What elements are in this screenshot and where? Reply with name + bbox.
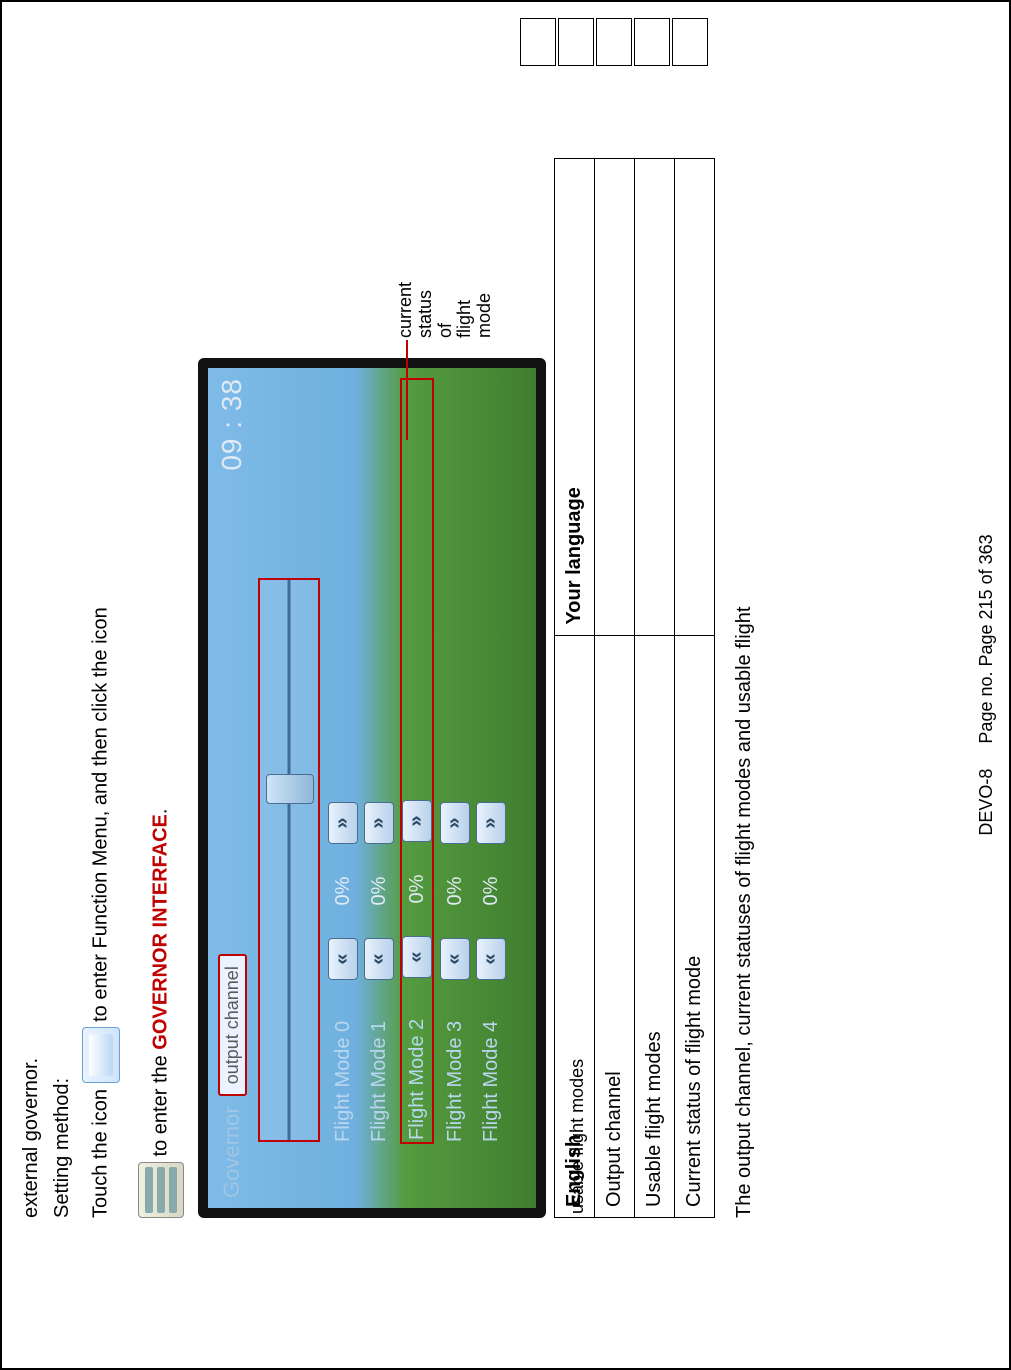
decrease-button[interactable]: « — [440, 938, 470, 980]
row-current-status: Current status of flight mode — [675, 635, 715, 1217]
translation-table-wrap: English Your language Output channel Usa… — [554, 18, 715, 1218]
page-footer: DEVO-8 Page no. Page 215 of 363 — [976, 534, 997, 835]
flight-mode-label: Flight Mode 1 — [368, 992, 391, 1142]
flight-mode-label: Flight Mode 0 — [332, 992, 355, 1142]
decrease-button[interactable]: « — [328, 938, 358, 980]
clock: 09 : 38 — [216, 378, 248, 471]
row-output-channel: Output channel — [595, 635, 635, 1217]
flight-mode-value: 0% — [444, 856, 467, 926]
text-enter-pre: to enter the — [149, 1050, 171, 1157]
text-enter-post: . — [149, 809, 171, 815]
flight-mode-row: Flight Mode 0 « 0% » — [328, 378, 358, 1142]
increase-button[interactable]: » — [402, 800, 432, 842]
page-frame: external governor. Setting method: Touch… — [0, 0, 1011, 1370]
flight-mode-value: 0% — [332, 856, 355, 926]
text-touch-pre: Touch the icon — [89, 1089, 111, 1218]
para-external-governor: external governor. — [20, 18, 43, 1218]
decrease-button[interactable]: « — [364, 938, 394, 980]
flight-mode-value: 0% — [368, 856, 391, 926]
footer-model: DEVO-8 — [976, 769, 996, 836]
annotation-line1: current status — [395, 282, 435, 338]
decrease-button[interactable]: « — [402, 936, 432, 978]
flight-mode-value: 0% — [406, 854, 429, 924]
footer-pageno: Page no. Page 215 of 363 — [976, 534, 996, 743]
flight-mode-label: Flight Mode 4 — [480, 992, 503, 1142]
annotation-current-status: current status of flight mode — [396, 282, 495, 338]
increase-button[interactable]: » — [476, 802, 506, 844]
row-usable-modes-lang — [635, 159, 675, 636]
flight-mode-row: Flight Mode 4 « 0% » — [476, 378, 506, 1142]
governor-slider[interactable] — [258, 578, 320, 1142]
row-current-status-lang — [675, 159, 715, 636]
flight-mode-value: 0% — [480, 856, 503, 926]
para-setting-method: Setting method: — [51, 18, 74, 1218]
slider-thumb[interactable] — [266, 774, 314, 804]
text-touch-post: to enter Function Menu, and then click t… — [89, 607, 111, 1022]
flight-mode-row: Flight Mode 1 « 0% » — [364, 378, 394, 1142]
translation-table: English Your language Output channel Usa… — [554, 158, 715, 1218]
small-empty-cells — [518, 16, 710, 68]
increase-button[interactable]: » — [364, 802, 394, 844]
text-governor-interface: GOVERNOR INTERFACE — [149, 814, 171, 1050]
governor-screenshot: Governor output channel 09 : 38 Flight M… — [198, 358, 546, 1218]
flight-mode-label: Flight Mode 3 — [444, 992, 467, 1142]
flight-mode-row: Flight Mode 2 « 0% » — [400, 378, 434, 1144]
annotation-line2: of flight mode — [435, 293, 495, 338]
governor-icon — [138, 1162, 184, 1218]
para-enter-interface: to enter the GOVERNOR INTERFACE. — [138, 18, 184, 1218]
function-menu-icon — [82, 1027, 120, 1083]
increase-button[interactable]: » — [440, 802, 470, 844]
para-touch-icon: Touch the icon to enter Function Menu, a… — [82, 18, 120, 1218]
row-output-channel-lang — [595, 159, 635, 636]
output-channel-label: output channel — [218, 954, 247, 1096]
screen-title: Governor — [219, 1106, 245, 1198]
increase-button[interactable]: » — [328, 802, 358, 844]
flight-mode-label: Flight Mode 2 — [406, 990, 429, 1140]
para-bottom: The output channel, current statuses of … — [733, 18, 756, 1218]
content: external governor. Setting method: Touch… — [12, 18, 756, 1218]
decrease-button[interactable]: « — [476, 938, 506, 980]
th-english: English — [555, 635, 595, 1217]
th-your-language: Your language — [555, 159, 595, 636]
flight-mode-row: Flight Mode 3 « 0% » — [440, 378, 470, 1142]
row-usable-modes: Usable flight modes — [635, 635, 675, 1217]
